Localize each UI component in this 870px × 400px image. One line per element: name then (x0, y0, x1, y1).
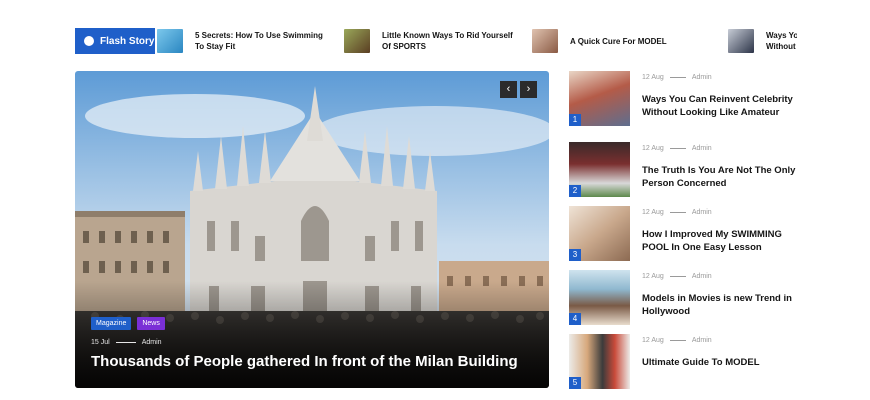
side-post-author[interactable]: Admin (692, 273, 712, 280)
ticker-thumbnail[interactable] (344, 29, 370, 53)
side-post[interactable]: 1 12 Aug Admin Ways You Can Reinvent Cel… (569, 71, 809, 127)
ticker-item[interactable]: Little Known Ways To Rid Yourself Of SPO… (344, 26, 518, 56)
side-post-title[interactable]: Models in Movies is new Trend in Hollywo… (642, 292, 802, 318)
hero-meta: 15 Jul Admin (91, 339, 162, 346)
ticker-item[interactable]: 5 Secrets: How To Use Swimming To Stay F… (157, 26, 331, 56)
meta-divider (669, 212, 686, 213)
side-post[interactable]: 4 12 Aug Admin Models in Movies is new T… (569, 270, 809, 326)
ticker-thumbnail[interactable] (728, 29, 754, 53)
ticker-thumbnail[interactable] (157, 29, 183, 53)
side-post-author[interactable]: Admin (692, 209, 712, 216)
side-post-date: 12 Aug (642, 145, 664, 152)
side-post-thumbnail[interactable]: 3 (569, 206, 630, 261)
ticker-item[interactable]: A Quick Cure For MODEL (532, 26, 706, 56)
side-post-meta: 12 Aug Admin (642, 273, 712, 280)
tag-magazine[interactable]: Magazine (91, 317, 132, 330)
side-post[interactable]: 5 12 Aug Admin Ultimate Guide To MODEL (569, 334, 809, 390)
ticker-thumbnail[interactable] (532, 29, 558, 53)
post-number-badge: 5 (569, 377, 581, 389)
chevron-right-icon: › (526, 83, 531, 95)
ticker-item-title[interactable]: Ways Yo Without (766, 30, 797, 52)
meta-divider (669, 77, 686, 78)
side-post-date: 12 Aug (642, 74, 664, 81)
side-post-meta: 12 Aug Admin (642, 145, 712, 152)
post-number-badge: 1 (569, 114, 581, 126)
side-post-meta: 12 Aug Admin (642, 337, 712, 344)
meta-divider (669, 148, 686, 149)
side-post-meta: 12 Aug Admin (642, 74, 712, 81)
side-post-title[interactable]: The Truth Is You Are Not The Only Person… (642, 164, 802, 190)
featured-post[interactable]: ‹ › Magazine News 15 Jul Admin Thousands… (75, 71, 549, 388)
flash-dot-icon (84, 36, 94, 46)
ticker-item-title[interactable]: A Quick Cure For MODEL (570, 36, 706, 47)
post-number-badge: 3 (569, 249, 581, 261)
post-number-badge: 2 (569, 185, 581, 197)
side-post-date: 12 Aug (642, 273, 664, 280)
flash-story-label: Flash Story (75, 28, 155, 54)
ticker-item[interactable]: Ways Yo Without (728, 26, 797, 56)
side-post-date: 12 Aug (642, 337, 664, 344)
flash-ticker: Flash Story 5 Secrets: How To Use Swimmi… (75, 26, 797, 56)
flash-story-text: Flash Story (100, 35, 155, 47)
side-post-thumbnail[interactable]: 4 (569, 270, 630, 325)
side-post-author[interactable]: Admin (692, 145, 712, 152)
hero-author[interactable]: Admin (142, 339, 162, 346)
side-post-thumbnail[interactable]: 1 (569, 71, 630, 126)
hero-tags: Magazine News (91, 317, 165, 330)
post-number-badge: 4 (569, 313, 581, 325)
hero-title[interactable]: Thousands of People gathered In front of… (91, 353, 518, 370)
side-post[interactable]: 3 12 Aug Admin How I Improved My SWIMMIN… (569, 206, 809, 262)
ticker-item-title[interactable]: 5 Secrets: How To Use Swimming To Stay F… (195, 30, 331, 52)
side-post-author[interactable]: Admin (692, 337, 712, 344)
side-post-meta: 12 Aug Admin (642, 209, 712, 216)
slider-prev-button[interactable]: ‹ (500, 81, 517, 98)
side-post-thumbnail[interactable]: 2 (569, 142, 630, 197)
meta-divider (669, 340, 686, 341)
side-post-author[interactable]: Admin (692, 74, 712, 81)
meta-divider (115, 342, 136, 343)
side-post-thumbnail[interactable]: 5 (569, 334, 630, 389)
tag-news[interactable]: News (137, 317, 165, 330)
side-post-title[interactable]: How I Improved My SWIMMING POOL In One E… (642, 228, 802, 254)
side-post[interactable]: 2 12 Aug Admin The Truth Is You Are Not … (569, 142, 809, 198)
hero-date: 15 Jul (91, 339, 110, 346)
side-post-title[interactable]: Ultimate Guide To MODEL (642, 356, 802, 369)
ticker-item-title[interactable]: Little Known Ways To Rid Yourself Of SPO… (382, 30, 518, 52)
side-post-date: 12 Aug (642, 209, 664, 216)
side-post-title[interactable]: Ways You Can Reinvent Celebrity Without … (642, 93, 802, 119)
meta-divider (669, 276, 686, 277)
chevron-left-icon: ‹ (506, 83, 511, 95)
slider-next-button[interactable]: › (520, 81, 537, 98)
